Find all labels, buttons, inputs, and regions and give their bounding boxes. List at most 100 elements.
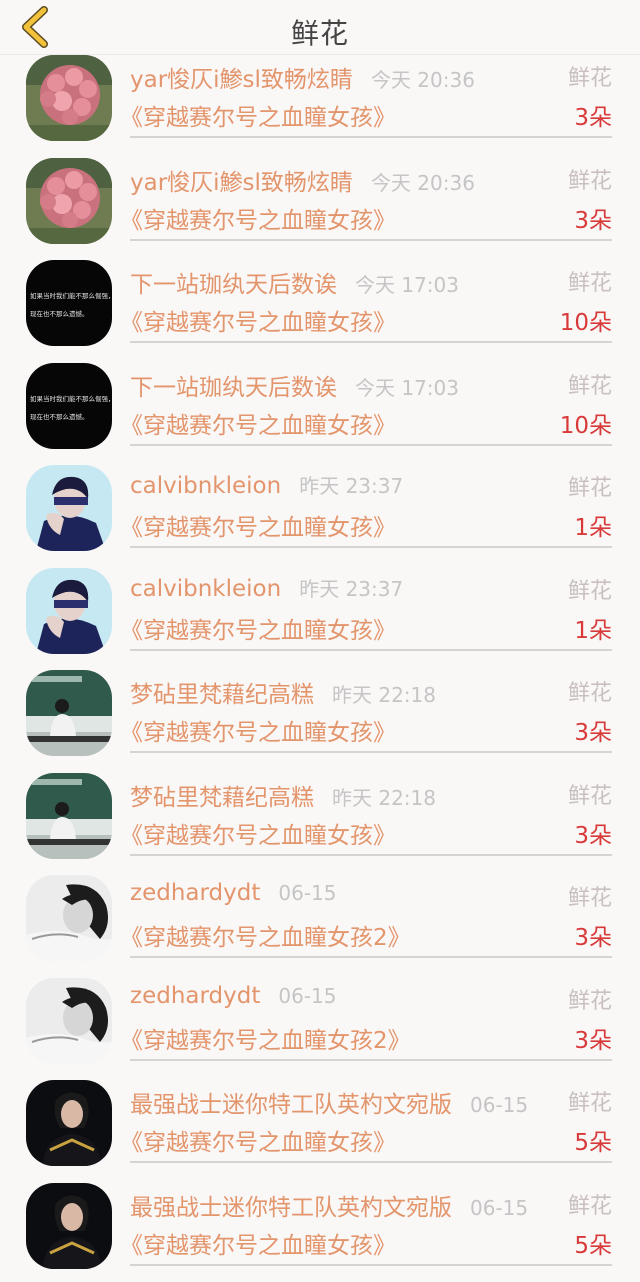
flower-record-list: yar悛仄i鯵sl致畅炫睛今天 20:36鲜花《穿越赛尔号之血瞳女孩》3朵yar… (0, 52, 640, 1282)
user-name-text: 最强战士迷你特工队英杓文宛版 (130, 1195, 452, 1221)
timestamp: 今天 17:03 (355, 269, 459, 298)
user-name-text: yar悛仄i鯵sl致畅炫睛 (130, 170, 353, 196)
avatar[interactable] (26, 670, 112, 756)
record-content: 最强战士迷你特工队英杓文宛版06-15鲜花《穿越赛尔号之血瞳女孩》5朵 (130, 1180, 612, 1266)
avatar[interactable] (26, 1080, 112, 1166)
record-content: calvibnkleion昨天 23:37鲜花《穿越赛尔号之血瞳女孩》1朵 (130, 462, 612, 548)
record-content: yar悛仄i鯵sl致畅炫睛今天 20:36鲜花《穿越赛尔号之血瞳女孩》3朵 (130, 52, 612, 138)
list-item[interactable]: 如果当时我们能不那么倔强，现在也不那么遗憾。下一站珈纨天后数诶今天 17:03 鲜… (0, 257, 640, 360)
record-content: 下一站珈纨天后数诶今天 17:03鲜花《穿越赛尔号之血瞳女孩》10朵 (130, 257, 612, 343)
list-item[interactable]: zedhardydt 06-15 鲜花《穿越赛尔号之血瞳女孩2》 3朵 (0, 872, 640, 975)
list-item[interactable]: calvibnkleion昨天 23:37 鲜花《穿越赛尔号之血瞳女孩》 1朵 (0, 565, 640, 668)
svg-text:现在也不那么遗憾。: 现在也不那么遗憾。 (30, 309, 89, 318)
list-item[interactable]: 梦砧里梵藉纪高糕昨天 22:18 鲜花《穿越赛尔号之血瞳女孩》 3朵 (0, 770, 640, 873)
avatar[interactable] (26, 465, 112, 551)
avatar[interactable] (26, 773, 112, 859)
avatar[interactable] (26, 568, 112, 654)
user-name[interactable]: yar悛仄i鯵sl致畅炫睛今天 20:36 (130, 60, 475, 94)
gift-type: 鲜花 (568, 470, 612, 502)
timestamp: 06-15 (278, 881, 336, 905)
flower-count: 5朵 (574, 1226, 612, 1260)
book-title[interactable]: 《穿越赛尔号之血瞳女孩》 (120, 1226, 396, 1260)
user-name[interactable]: 最强战士迷你特工队英杓文宛版 06-15 (130, 1188, 528, 1222)
gift-type: 鲜花 (568, 163, 612, 195)
book-title[interactable]: 《穿越赛尔号之血瞳女孩》 (120, 1123, 396, 1157)
user-name[interactable]: 下一站珈纨天后数诶今天 17:03 (130, 368, 459, 402)
book-title[interactable]: 《穿越赛尔号之血瞳女孩》 (120, 303, 396, 337)
flower-count: 3朵 (574, 98, 612, 132)
user-name-text: zedhardydt (130, 983, 260, 1009)
book-title[interactable]: 《穿越赛尔号之血瞳女孩2》 (120, 918, 411, 952)
gift-type: 鲜花 (568, 573, 612, 605)
flower-count: 1朵 (574, 611, 612, 645)
list-item[interactable]: zedhardydt06-15鲜花《穿越赛尔号之血瞳女孩2》3朵 (0, 975, 640, 1078)
avatar[interactable] (26, 55, 112, 141)
user-name-text: 梦砧里梵藉纪高糕 (130, 785, 314, 811)
user-name-text: 下一站珈纨天后数诶 (130, 375, 337, 401)
avatar[interactable] (26, 158, 112, 244)
book-title[interactable]: 《穿越赛尔号之血瞳女孩2》 (120, 1021, 411, 1055)
gift-type: 鲜花 (568, 1188, 612, 1220)
flower-count: 3朵 (574, 1021, 612, 1055)
timestamp: 今天 20:36 (371, 64, 475, 93)
book-title[interactable]: 《穿越赛尔号之血瞳女孩》 (120, 201, 396, 235)
list-item[interactable]: yar悛仄i鯵sl致畅炫睛今天 20:36 鲜花《穿越赛尔号之血瞳女孩》 3朵 (0, 52, 640, 155)
user-name[interactable]: 下一站珈纨天后数诶今天 17:03 (130, 265, 459, 299)
book-title[interactable]: 《穿越赛尔号之血瞳女孩》 (120, 406, 396, 440)
list-item[interactable]: yar悛仄i鯵sl致畅炫睛今天 20:36鲜花《穿越赛尔号之血瞳女孩》3朵 (0, 155, 640, 258)
flower-count: 3朵 (574, 816, 612, 850)
book-title[interactable]: 《穿越赛尔号之血瞳女孩》 (120, 98, 396, 132)
flower-count: 1朵 (574, 508, 612, 542)
svg-text:现在也不那么遗憾。: 现在也不那么遗憾。 (30, 412, 89, 421)
user-name[interactable]: calvibnkleion昨天 23:37 (130, 470, 403, 499)
user-name[interactable]: zedhardydt 06-15 (130, 880, 337, 906)
svg-text:如果当时我们能不那么倔强，: 如果当时我们能不那么倔强， (30, 394, 112, 403)
user-name[interactable]: 梦砧里梵藉纪高糕昨天 22:18 (130, 778, 436, 812)
avatar[interactable] (26, 875, 112, 961)
timestamp: 昨天 22:18 (332, 679, 436, 708)
user-name[interactable]: calvibnkleion昨天 23:37 (130, 573, 403, 602)
list-item[interactable]: 如果当时我们能不那么倔强， 现在也不那么遗憾。 下一站珈纨天后数诶今天 17:03鲜… (0, 360, 640, 463)
record-content: zedhardydt06-15鲜花《穿越赛尔号之血瞳女孩2》3朵 (130, 975, 612, 1061)
user-name[interactable]: 梦砧里梵藉纪高糕昨天 22:18 (130, 675, 436, 709)
timestamp: 昨天 22:18 (332, 782, 436, 811)
timestamp: 今天 17:03 (355, 372, 459, 401)
user-name-text: 最强战士迷你特工队英杓文宛版 (130, 1092, 452, 1118)
gift-type: 鲜花 (568, 60, 612, 92)
gift-type: 鲜花 (568, 675, 612, 707)
user-name[interactable]: 最强战士迷你特工队英杓文宛版06-15 (130, 1085, 528, 1119)
flower-count: 3朵 (574, 918, 612, 952)
user-name[interactable]: yar悛仄i鯵sl致畅炫睛今天 20:36 (130, 163, 475, 197)
list-item[interactable]: calvibnkleion昨天 23:37 鲜花《穿越赛尔号之血瞳女孩》 1朵 (0, 462, 640, 565)
user-name-text: calvibnkleion (130, 576, 281, 602)
flower-count: 10朵 (560, 406, 612, 440)
avatar[interactable] (26, 978, 112, 1064)
record-content: 下一站珈纨天后数诶今天 17:03鲜花《穿越赛尔号之血瞳女孩》10朵 (130, 360, 612, 446)
page-title: 鲜花 (0, 12, 640, 52)
header-bar: 鲜花 (0, 0, 640, 54)
record-content: 梦砧里梵藉纪高糕昨天 22:18鲜花《穿越赛尔号之血瞳女孩》3朵 (130, 667, 612, 753)
record-content: 梦砧里梵藉纪高糕昨天 22:18鲜花《穿越赛尔号之血瞳女孩》3朵 (130, 770, 612, 856)
gift-type: 鲜花 (568, 265, 612, 297)
user-name[interactable]: zedhardydt 06-15 (130, 983, 337, 1009)
record-content: zedhardydt06-15鲜花《穿越赛尔号之血瞳女孩2》3朵 (130, 872, 612, 958)
timestamp: 06-15 (470, 1196, 528, 1220)
timestamp: 昨天 23:37 (299, 470, 403, 499)
timestamp: 06-15 (278, 984, 336, 1008)
list-item[interactable]: 梦砧里梵藉纪高糕昨天 22:18鲜花《穿越赛尔号之血瞳女孩》3朵 (0, 667, 640, 770)
gift-type: 鲜花 (568, 880, 612, 912)
flower-count: 5朵 (574, 1123, 612, 1157)
list-item[interactable]: 最强战士迷你特工队英杓文宛版 06-15 鲜花《穿越赛尔号之血瞳女孩》 5朵 (0, 1180, 640, 1282)
book-title[interactable]: 《穿越赛尔号之血瞳女孩》 (120, 508, 396, 542)
list-item[interactable]: 最强战士迷你特工队英杓文宛版06-15鲜花《穿越赛尔号之血瞳女孩》5朵 (0, 1077, 640, 1180)
book-title[interactable]: 《穿越赛尔号之血瞳女孩》 (120, 713, 396, 747)
timestamp: 今天 20:36 (371, 167, 475, 196)
user-name-text: 梦砧里梵藉纪高糕 (130, 682, 314, 708)
avatar[interactable]: 如果当时我们能不那么倔强，现在也不那么遗憾。 (26, 260, 112, 346)
book-title[interactable]: 《穿越赛尔号之血瞳女孩》 (120, 611, 396, 645)
gift-type: 鲜花 (568, 778, 612, 810)
user-name-text: yar悛仄i鯵sl致畅炫睛 (130, 67, 353, 93)
avatar[interactable]: 如果当时我们能不那么倔强， 现在也不那么遗憾。 (26, 363, 112, 449)
book-title[interactable]: 《穿越赛尔号之血瞳女孩》 (120, 816, 396, 850)
user-name-text: zedhardydt (130, 880, 260, 906)
